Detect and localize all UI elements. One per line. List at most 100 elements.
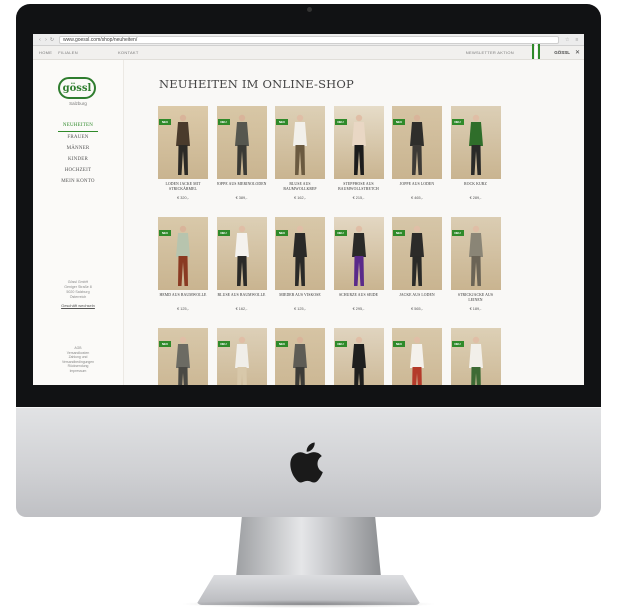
product-photo[interactable]: NEU <box>392 106 442 179</box>
model-figure <box>293 114 307 175</box>
logo-subtitle: Salzburg <box>69 101 87 106</box>
product-price: € 125,- <box>294 307 306 311</box>
product-photo[interactable]: NEU <box>333 217 384 290</box>
product-photo[interactable]: NEU <box>158 106 208 179</box>
sidebar-item-frauen[interactable]: FRAUEN <box>33 132 123 143</box>
menu-icon[interactable]: ≡ <box>575 37 578 43</box>
product-card[interactable]: NEU <box>333 328 384 385</box>
sidebar-nav: NEUHEITEN FRAUEN MÄNNER KINDER HOCHZEIT … <box>33 120 123 187</box>
sidebar-item-hochzeit[interactable]: HOCHZEIT <box>33 165 123 176</box>
url-bar[interactable]: www.goessl.com/shop/neuheiten/ <box>59 35 559 44</box>
product-price: € 215,- <box>352 196 365 200</box>
product-photo[interactable]: NEU <box>333 328 384 385</box>
product-name[interactable]: LODEN JACKE MIT STRICKÄRMEL <box>158 182 208 192</box>
model-figure <box>468 114 483 175</box>
cart-icon[interactable]: ✕ <box>575 49 580 56</box>
model-figure <box>468 336 483 385</box>
product-price: € 289,- <box>469 196 482 200</box>
new-badge: NEU <box>334 341 347 347</box>
product-photo[interactable]: NEU <box>275 328 325 385</box>
topbar-home-link[interactable]: HOME <box>39 50 52 55</box>
new-badge: NEU <box>276 230 288 236</box>
footer-links[interactable]: AGB Versandkosten Zahlung und Versandbed… <box>33 346 123 373</box>
product-name[interactable]: JOPPE AUS MERINOLODEN <box>217 182 267 192</box>
new-badge: NEU <box>451 119 464 125</box>
product-card[interactable]: NEU <box>216 328 267 385</box>
product-photo[interactable]: NEU <box>333 106 384 179</box>
product-price: € 565,- <box>411 307 423 311</box>
reload-icon[interactable]: ↻ <box>49 37 55 43</box>
new-badge: NEU <box>393 341 405 347</box>
sidebar-item-neuheiten[interactable]: NEUHEITEN <box>58 120 98 132</box>
product-card[interactable]: NEU LODEN JACKE MIT STRICKÄRMEL € 320,- <box>158 106 208 200</box>
url-text: www.goessl.com/shop/neuheiten/ <box>63 36 138 43</box>
product-name[interactable]: ROCK KURZ <box>451 182 501 192</box>
site-topbar: HOME FILIALEN KONTAKT NEWSLETTER AKTION … <box>33 44 584 60</box>
stand-shadow <box>180 600 437 608</box>
product-name[interactable]: BLUSE AUS BAUMWOLLE <box>217 293 267 303</box>
sidebar-item-kinder[interactable]: KINDER <box>33 154 123 165</box>
product-photo[interactable]: NEU <box>216 106 267 179</box>
product-card[interactable]: NEU BLUSE AUS BAUMWOLLE € 162,- <box>216 217 267 311</box>
model-figure <box>293 225 307 286</box>
product-card[interactable]: NEU HEMD AUS BAUMWOLLE € 125,- <box>158 217 208 311</box>
product-name[interactable]: STRICKJACKE AUS LEINEN <box>451 293 501 303</box>
product-card[interactable]: NEU SCHÜRZE AUS SEIDE € 295,- <box>333 217 384 311</box>
product-photo[interactable]: NEU <box>392 328 442 385</box>
topbar-contact-link[interactable]: KONTAKT <box>118 50 139 55</box>
topbar-brand[interactable]: GÖSSL <box>554 50 570 55</box>
product-photo[interactable]: NEU <box>275 106 325 179</box>
product-name[interactable]: JACKE AUS LODEN <box>392 293 442 303</box>
apple-logo-icon <box>290 442 323 483</box>
product-name[interactable]: JOPPE AUS LODEN <box>392 182 442 192</box>
sidebar-item-maenner[interactable]: MÄNNER <box>33 143 123 154</box>
product-name[interactable]: MIEDER AUS VISKOSE <box>275 293 325 303</box>
bookmark-star-icon[interactable]: ☆ <box>565 37 569 43</box>
product-photo[interactable]: NEU <box>275 217 325 290</box>
product-price: € 320,- <box>177 196 189 200</box>
new-badge: NEU <box>334 230 347 236</box>
sidebar-item-mein-konto[interactable]: MEIN KONTO <box>33 176 123 187</box>
product-card[interactable]: NEU <box>392 328 442 385</box>
product-name[interactable]: BLUSE AUS BAUMWOLLKREP <box>275 182 325 192</box>
model-figure <box>293 336 307 385</box>
product-card[interactable]: NEU STEPPHOSE AUS BAUMWOLLSTRETCH € 215,- <box>333 106 384 200</box>
product-photo[interactable]: NEU <box>216 328 267 385</box>
product-card[interactable]: NEU <box>275 328 325 385</box>
new-badge: NEU <box>159 119 171 125</box>
product-photo[interactable]: NEU <box>158 217 208 290</box>
topbar-stores-link[interactable]: FILIALEN <box>58 50 78 55</box>
product-photo[interactable]: NEU <box>216 217 267 290</box>
model-figure <box>234 114 249 175</box>
product-name[interactable]: SCHÜRZE AUS SEIDE <box>334 293 384 303</box>
main-content: NEUHEITEN IM ONLINE-SHOP NEU LODEN JACKE … <box>124 60 584 385</box>
product-photo[interactable]: NEU <box>158 328 208 385</box>
new-badge: NEU <box>159 341 171 347</box>
store-address: Gössl GmbH Geniger Straße 8 5020 Salzbur… <box>64 280 92 299</box>
browser-toolbar: ‹ › ↻ www.goessl.com/shop/neuheiten/ ☆ ≡ <box>33 34 584 46</box>
product-price: € 162,- <box>235 307 248 311</box>
product-photo[interactable]: NEU <box>450 106 501 179</box>
page-title: NEUHEITEN IM ONLINE-SHOP <box>159 77 354 91</box>
product-photo[interactable]: NEU <box>450 217 501 290</box>
product-card[interactable]: NEU BLUSE AUS BAUMWOLLKREP € 162,- <box>275 106 325 200</box>
product-card[interactable]: NEU JOPPE AUS MERINOLODEN € 389,- <box>216 106 267 200</box>
topbar-newsletter-link[interactable]: NEWSLETTER AKTION <box>466 50 514 55</box>
product-card[interactable]: NEU ROCK KURZ € 289,- <box>450 106 501 200</box>
screen: ‹ › ↻ www.goessl.com/shop/neuheiten/ ☆ ≡… <box>33 34 584 385</box>
product-card[interactable]: NEU STRICKJACKE AUS LEINEN € 189,- <box>450 217 501 311</box>
brand-logo[interactable]: gössl <box>58 77 96 99</box>
product-card[interactable]: NEU JOPPE AUS LODEN € 465,- <box>392 106 442 200</box>
product-name[interactable]: STEPPHOSE AUS BAUMWOLLSTRETCH <box>334 182 384 192</box>
product-photo[interactable]: NEU <box>450 328 501 385</box>
change-store-link[interactable]: Geschäft wechseln <box>33 303 123 308</box>
product-price: € 295,- <box>352 307 365 311</box>
product-photo[interactable]: NEU <box>392 217 442 290</box>
product-card[interactable]: NEU MIEDER AUS VISKOSE € 125,- <box>275 217 325 311</box>
product-name[interactable]: HEMD AUS BAUMWOLLE <box>158 293 208 303</box>
product-card[interactable]: NEU <box>158 328 208 385</box>
product-card[interactable]: NEU JACKE AUS LODEN € 565,- <box>392 217 442 311</box>
model-figure <box>410 336 424 385</box>
product-card[interactable]: NEU <box>450 328 501 385</box>
new-badge: NEU <box>276 341 288 347</box>
